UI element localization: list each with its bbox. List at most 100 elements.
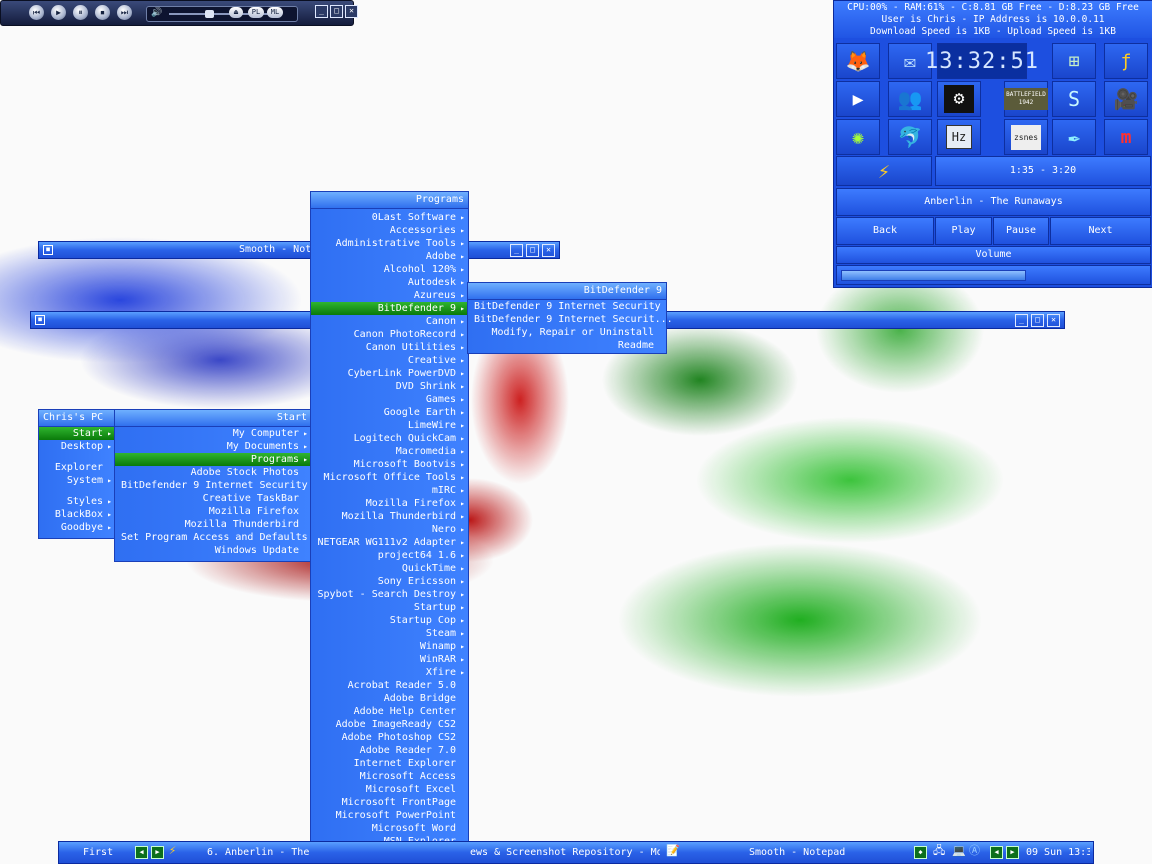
programs-item[interactable]: QuickTime	[311, 562, 468, 575]
programs-item[interactable]: project64 1.6	[311, 549, 468, 562]
volume-handle[interactable]	[205, 10, 214, 18]
firefox-icon[interactable]: 🦊	[836, 43, 880, 79]
workspace-prev-button[interactable]: ◀	[135, 846, 148, 859]
flash-icon[interactable]: ƒ	[1104, 43, 1148, 79]
3ds-max-icon[interactable]: S	[1052, 81, 1096, 117]
media-player-icon[interactable]: ▶	[836, 81, 880, 117]
programs-item[interactable]: Creative	[311, 354, 468, 367]
steam-icon[interactable]: ⚙	[937, 81, 981, 117]
programs-item[interactable]: Games	[311, 393, 468, 406]
playlist-button[interactable]: PL	[248, 7, 264, 18]
programs-item[interactable]: Internet Explorer	[311, 757, 468, 770]
bitdefender-item[interactable]: BitDefender 9 Internet Security	[468, 300, 666, 313]
minimize-button[interactable]: _	[315, 5, 328, 18]
programs-item[interactable]: Microsoft Access	[311, 770, 468, 783]
feather-icon[interactable]: ✒	[1052, 119, 1096, 155]
programs-item[interactable]: Logitech QuickCam	[311, 432, 468, 445]
volume-bar[interactable]	[836, 265, 1151, 285]
utorrent-icon[interactable]: ✺	[836, 119, 880, 155]
start-item[interactable]: Mozilla Thunderbird	[115, 518, 311, 531]
zsnes-icon[interactable]: zsnes	[1004, 119, 1048, 155]
programs-item[interactable]: Sony Ericsson	[311, 575, 468, 588]
stop-button[interactable]: ⏹	[95, 5, 110, 20]
mirc-icon[interactable]: m	[1104, 119, 1148, 155]
grid-app-icon[interactable]: ⊞	[1052, 43, 1096, 79]
tray-toggle-button[interactable]: ◆	[914, 846, 927, 859]
programs-item[interactable]: 0Last Software	[311, 211, 468, 224]
play-control-button[interactable]: Play	[935, 217, 992, 245]
programs-item[interactable]: Microsoft Office Tools	[311, 471, 468, 484]
window-menu-icon[interactable]: ■	[35, 315, 45, 325]
start-item-programs[interactable]: Programs	[115, 453, 311, 466]
pc-menu-item-goodbye[interactable]: Goodbye	[39, 521, 115, 534]
close-button[interactable]: ✕	[345, 5, 358, 18]
start-item[interactable]: Windows Update	[115, 544, 311, 557]
programs-item[interactable]: Accessories	[311, 224, 468, 237]
start-item[interactable]: BitDefender 9 Internet Security	[115, 479, 311, 492]
programs-item[interactable]: Adobe	[311, 250, 468, 263]
close-button[interactable]: ✕	[542, 244, 555, 257]
programs-item[interactable]: Adobe Bridge	[311, 692, 468, 705]
programs-item[interactable]: Nero	[311, 523, 468, 536]
start-item[interactable]: Creative TaskBar	[115, 492, 311, 505]
projector-icon[interactable]: 🎥	[1104, 81, 1148, 117]
notepad-window-titlebar[interactable]: ■ Smooth - Note _ □ ✕	[38, 241, 560, 259]
programs-item[interactable]: Adobe Reader 7.0	[311, 744, 468, 757]
programs-item[interactable]: Startup	[311, 601, 468, 614]
programs-item[interactable]: BitDefender 9	[311, 302, 468, 315]
pc-menu-item-styles[interactable]: Styles	[39, 495, 115, 508]
programs-item[interactable]: Winamp	[311, 640, 468, 653]
programs-item[interactable]: Microsoft Bootvis	[311, 458, 468, 471]
minimize-button[interactable]: _	[510, 244, 523, 257]
pc-menu-item-start[interactable]: Start	[39, 427, 115, 440]
workspace-next-button[interactable]: ▶	[151, 846, 164, 859]
pc-menu-item-explorer[interactable]: Explorer	[39, 461, 115, 474]
task-winamp[interactable]: 6. Anberlin - The Run	[207, 846, 309, 859]
pc-menu-item-system[interactable]: System	[39, 474, 115, 487]
programs-item[interactable]: Google Earth	[311, 406, 468, 419]
programs-item[interactable]: Mozilla Thunderbird	[311, 510, 468, 523]
play-button[interactable]: ▶	[51, 5, 66, 20]
programs-item[interactable]: Autodesk	[311, 276, 468, 289]
maximize-button[interactable]: □	[330, 5, 343, 18]
programs-item[interactable]: Adobe Help Center	[311, 705, 468, 718]
programs-item[interactable]: Macromedia	[311, 445, 468, 458]
programs-item[interactable]: Startup Cop	[311, 614, 468, 627]
bitdefender-item[interactable]: BitDefender 9 Internet Securit...	[468, 313, 673, 326]
back-button[interactable]: Back	[836, 217, 934, 245]
programs-item[interactable]: Administrative Tools	[311, 237, 468, 250]
programs-item[interactable]: Azureus	[311, 289, 468, 302]
media-library-button[interactable]: ML	[267, 7, 283, 18]
programs-item[interactable]: Acrobat Reader 5.0	[311, 679, 468, 692]
ie-shark-icon[interactable]: 🐬	[888, 119, 932, 155]
task-notepad[interactable]: Smooth - Notepad	[749, 846, 849, 859]
maximize-button[interactable]: □	[1031, 314, 1044, 327]
taskbar-next-button[interactable]: ▶	[1006, 846, 1019, 859]
programs-item[interactable]: Mozilla Firefox	[311, 497, 468, 510]
programs-item[interactable]: Microsoft Word	[311, 822, 468, 835]
close-button[interactable]: ✕	[1047, 314, 1060, 327]
programs-item[interactable]: Canon PhotoRecord	[311, 328, 468, 341]
programs-item[interactable]: Canon Utilities	[311, 341, 468, 354]
tray-app-icon[interactable]: Ⓐ	[969, 844, 980, 857]
programs-item[interactable]: CyberLink PowerDVD	[311, 367, 468, 380]
window-menu-icon[interactable]: ■	[43, 245, 53, 255]
programs-item[interactable]: Canon	[311, 315, 468, 328]
minimize-button[interactable]: _	[1015, 314, 1028, 327]
programs-item[interactable]: Adobe ImageReady CS2	[311, 718, 468, 731]
start-item-my-documents[interactable]: My Documents	[115, 440, 311, 453]
programs-item[interactable]: DVD Shrink	[311, 380, 468, 393]
programs-item[interactable]: Steam	[311, 627, 468, 640]
programs-item[interactable]: Microsoft Excel	[311, 783, 468, 796]
start-item[interactable]: Mozilla Firefox	[115, 505, 311, 518]
start-item-my-computer[interactable]: My Computer	[115, 427, 311, 440]
bitdefender-item[interactable]: Readme	[468, 339, 666, 352]
programs-item[interactable]: Xfire	[311, 666, 468, 679]
task-mozilla[interactable]: ews & Screenshot Repository - Mozi...	[470, 846, 660, 859]
next-button[interactable]: ⏭	[117, 5, 132, 20]
maximize-button[interactable]: □	[526, 244, 539, 257]
programs-item[interactable]: Microsoft PowerPoint	[311, 809, 468, 822]
pause-button[interactable]: ⏸	[73, 5, 88, 20]
pause-control-button[interactable]: Pause	[993, 217, 1049, 245]
msn-messenger-icon[interactable]: 👥	[888, 81, 932, 117]
